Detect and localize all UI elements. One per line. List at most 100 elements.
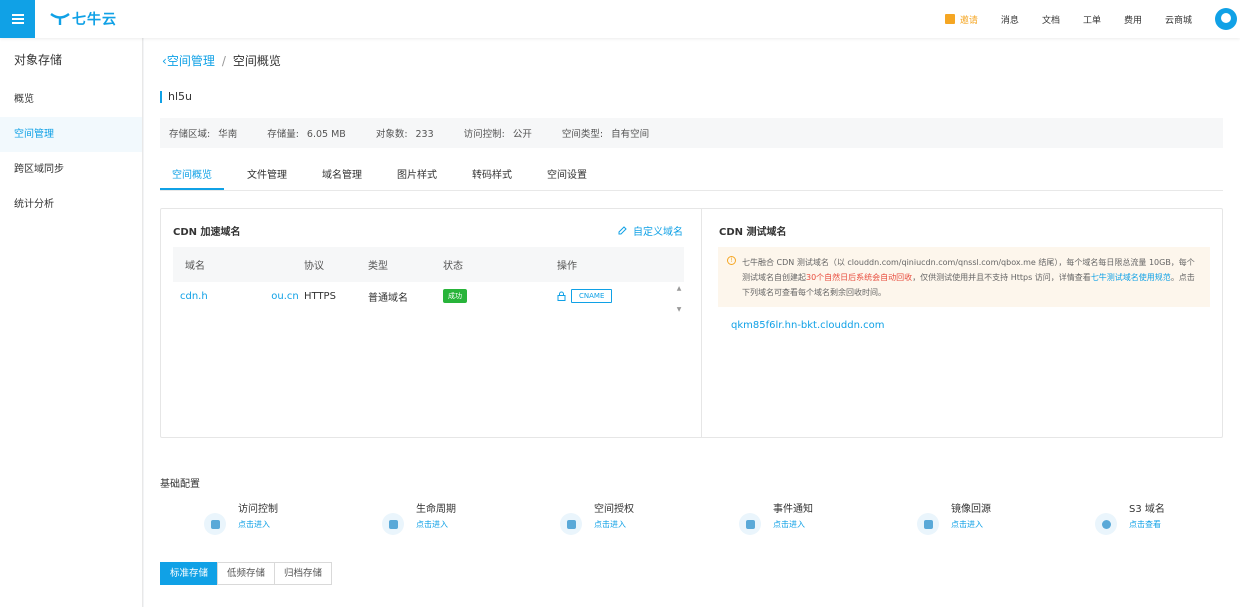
feature-access-control[interactable]: 访问控制 点击进入: [204, 503, 278, 535]
tab-archive-storage[interactable]: 归档存储: [274, 562, 333, 585]
notice-spec-link[interactable]: 七牛测试域名使用规范: [1091, 273, 1171, 282]
authorize-icon: [560, 513, 582, 535]
warning-icon: !: [727, 256, 736, 265]
table-row: cdn.h ou.cn HTTPS 普通域名 成功 CNAME: [173, 282, 684, 310]
custom-domain-label: 自定义域名: [633, 227, 683, 238]
info-storage-key: 存储量:: [267, 129, 299, 140]
tab-files[interactable]: 文件管理: [235, 164, 299, 190]
qiniu-logo-icon: [50, 13, 70, 25]
nav-docs[interactable]: 文档: [1042, 13, 1060, 26]
cdn-domain-protocol: HTTPS: [304, 290, 336, 302]
header-status: 状态: [443, 261, 463, 272]
feature-lifecycle[interactable]: 生命周期 点击进入: [382, 503, 456, 535]
test-domain-notice: ! 七牛融合 CDN 测试域名（以 clouddn.com/qiniucdn.c…: [718, 247, 1210, 307]
feature-link[interactable]: 点击进入: [594, 517, 634, 533]
info-type-key: 空间类型:: [561, 129, 604, 140]
sidebar: 对象存储 概览 空间管理 跨区域同步 统计分析: [0, 38, 143, 607]
info-access: 访问控制: 公开: [464, 126, 532, 140]
sidebar-item-cross-region-sync[interactable]: 跨区域同步: [0, 152, 142, 187]
tab-transcode-styles[interactable]: 转码样式: [460, 164, 524, 190]
feature-s3-domain[interactable]: S3 域名点击查看: [1095, 503, 1165, 535]
breadcrumb-back-label: 空间管理: [166, 54, 215, 68]
feature-link[interactable]: 点击进入: [416, 517, 456, 533]
feature-name: S3 域名: [1129, 504, 1165, 515]
nav-invite[interactable]: 邀请: [944, 13, 978, 26]
feature-name: 空间授权: [594, 504, 634, 515]
nav-tickets[interactable]: 工单: [1083, 13, 1101, 26]
tab-settings[interactable]: 空间设置: [535, 164, 599, 190]
cdn-domains-title: CDN 加速域名: [173, 227, 241, 238]
menu-button[interactable]: [0, 0, 35, 38]
lifecycle-icon: [382, 513, 404, 535]
breadcrumb-separator: /: [221, 53, 226, 68]
sidebar-item-overview[interactable]: 概览: [0, 82, 142, 117]
breadcrumb-back-link[interactable]: ‹空间管理: [162, 52, 215, 69]
cdn-domain-link[interactable]: cdn.h ou.cn: [173, 291, 304, 302]
info-storage: 存储量: 6.05 MB: [267, 126, 346, 140]
info-region-value: 华南: [218, 129, 238, 140]
sidebar-item-statistics[interactable]: 统计分析: [0, 187, 142, 222]
top-bar: 七牛云 邀请 消息 文档 工单 费用 云商城: [0, 0, 1240, 38]
feature-link[interactable]: 点击进入: [773, 517, 813, 533]
feature-link[interactable]: 点击查看: [1129, 517, 1165, 533]
feature-event-notification[interactable]: 事件通知 点击进入: [739, 503, 813, 535]
nav-invite-label: 邀请: [959, 15, 978, 26]
sidebar-title: 对象存储: [14, 53, 63, 67]
header-actions: 操作: [557, 261, 577, 272]
info-access-value: 公开: [512, 129, 532, 140]
nav-billing[interactable]: 费用: [1124, 13, 1142, 26]
avatar[interactable]: [1215, 8, 1237, 30]
feature-bucket-authorization[interactable]: 空间授权 点击进入: [560, 503, 634, 535]
breadcrumb: ‹空间管理 / 空间概览: [162, 52, 281, 69]
header-protocol: 协议: [304, 261, 324, 272]
table-scrollbar[interactable]: ▲ ▼: [674, 285, 684, 313]
status-badge: 成功: [443, 289, 467, 303]
scroll-down-icon[interactable]: ▼: [677, 306, 682, 313]
nav-marketplace[interactable]: 云商城: [1165, 13, 1192, 26]
edit-icon: [618, 226, 627, 235]
feature-name: 访问控制: [238, 504, 278, 515]
header-domain: 域名: [185, 261, 205, 272]
scroll-up-icon[interactable]: ▲: [677, 285, 682, 292]
info-type-value: 自有空间: [611, 129, 650, 140]
nav-messages[interactable]: 消息: [1001, 13, 1019, 26]
info-objects-value: 233: [415, 129, 434, 140]
test-domain-link[interactable]: qkm85f6lr.hn-bkt.clouddn.com: [731, 320, 884, 331]
tab-domains[interactable]: 域名管理: [310, 164, 374, 190]
feature-link[interactable]: 点击进入: [951, 517, 991, 533]
user-lock-icon: [204, 513, 226, 535]
top-nav: 邀请 消息 文档 工单 费用 云商城: [944, 0, 1240, 38]
cdn-domains-table: 域名 协议 类型 状态 操作 cdn.h ou.cn HTTPS 普通域名 成功…: [173, 247, 684, 313]
info-access-key: 访问控制:: [463, 129, 505, 140]
tab-standard-storage[interactable]: 标准存储: [160, 562, 219, 585]
info-region-key: 存储区域:: [169, 129, 211, 140]
custom-domain-link[interactable]: 自定义域名: [618, 223, 683, 238]
header-type: 类型: [368, 261, 388, 272]
cdn-domain-status-cell: 成功: [443, 289, 557, 303]
table-header: 域名 协议 类型 状态 操作: [173, 247, 684, 282]
gift-icon: [944, 14, 955, 24]
cdn-domain-actions: CNAME: [557, 289, 667, 303]
bucket-info-bar: 存储区域: 华南 存储量: 6.05 MB 对象数: 233 访问控制: 公开 空间类型…: [160, 118, 1223, 148]
feature-mirror-origin[interactable]: 镜像回源 点击进入: [917, 503, 991, 535]
info-region: 存储区域: 华南: [169, 126, 237, 140]
tab-infrequent-storage[interactable]: 低频存储: [217, 562, 276, 585]
mirror-icon: [917, 513, 939, 535]
brand-logo[interactable]: 七牛云: [50, 9, 117, 29]
cdn-domains-section: CDN 加速域名 自定义域名 域名 协议 类型 状态 操作 cdn.h ou.c…: [161, 209, 702, 437]
feature-link[interactable]: 点击进入: [238, 517, 278, 533]
lock-icon[interactable]: [557, 291, 566, 301]
notify-icon: [739, 513, 761, 535]
brand-name: 七牛云: [72, 12, 117, 28]
bucket-name: hl5u: [160, 91, 192, 103]
sidebar-item-bucket-management[interactable]: 空间管理: [0, 117, 142, 152]
cname-button[interactable]: CNAME: [571, 289, 613, 303]
storage-class-tabs: 标准存储 低频存储 归档存储: [160, 562, 333, 585]
feature-name: 事件通知: [773, 504, 813, 515]
bucket-tabs: 空间概览 文件管理 域名管理 图片样式 转码样式 空间设置: [160, 164, 1223, 191]
tab-image-styles[interactable]: 图片样式: [385, 164, 449, 190]
notice-text-b: ，仅供测试使用并且不支持 Https 访问，详情查看: [912, 273, 1091, 282]
hamburger-icon: [11, 12, 24, 26]
tab-overview[interactable]: 空间概览: [160, 164, 224, 190]
domains-panel: CDN 加速域名 自定义域名 域名 协议 类型 状态 操作 cdn.h ou.c…: [160, 208, 1223, 438]
